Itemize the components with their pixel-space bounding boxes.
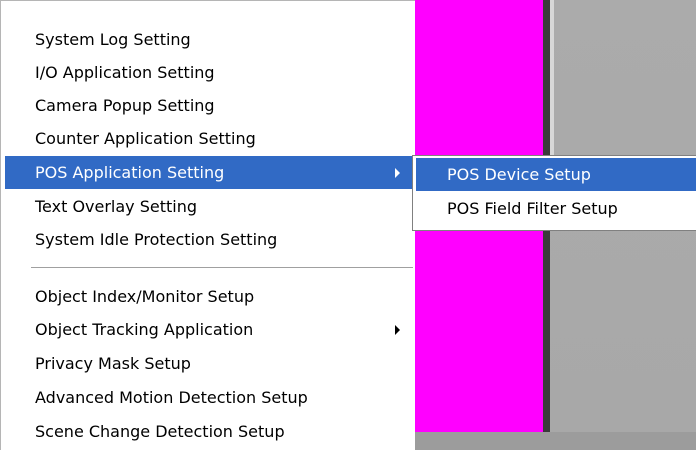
- submenu-arrow-icon: [395, 324, 400, 335]
- menu-item-system-log-setting[interactable]: System Log Setting: [5, 23, 413, 56]
- background-bottom-band: [415, 432, 696, 450]
- menu-item-label: System Log Setting: [35, 30, 191, 49]
- menu-item-object-index-monitor-setup[interactable]: Object Index/Monitor Setup: [5, 280, 413, 313]
- menu-item-text-overlay-setting[interactable]: Text Overlay Setting: [5, 190, 413, 223]
- submenu-item-label: POS Device Setup: [447, 165, 591, 184]
- menu-item-label: Scene Change Detection Setup: [35, 422, 285, 441]
- menu-item-scene-change-detection-setup[interactable]: Scene Change Detection Setup: [5, 415, 413, 448]
- menu-item-system-idle-protection-setting[interactable]: System Idle Protection Setting: [5, 223, 413, 256]
- menu-item-label: Object Tracking Application: [35, 320, 254, 339]
- submenu-item-pos-device-setup[interactable]: POS Device Setup: [416, 158, 696, 191]
- menu-item-label: Advanced Motion Detection Setup: [35, 388, 308, 407]
- menu-item-privacy-mask-setup[interactable]: Privacy Mask Setup: [5, 347, 413, 380]
- menu-separator: [31, 267, 413, 269]
- menu-item-object-tracking-application[interactable]: Object Tracking Application: [5, 313, 413, 346]
- submenu-arrow-icon: [395, 167, 400, 178]
- menu-item-label: Counter Application Setting: [35, 129, 256, 148]
- menu-item-label: Camera Popup Setting: [35, 96, 215, 115]
- submenu-item-label: POS Field Filter Setup: [447, 199, 618, 218]
- menu-item-label: Object Index/Monitor Setup: [35, 287, 255, 306]
- menu-item-io-application-setting[interactable]: I/O Application Setting: [5, 56, 413, 89]
- menu-item-camera-popup-setting[interactable]: Camera Popup Setting: [5, 89, 413, 122]
- pos-submenu: POS Device Setup POS Field Filter Setup: [412, 155, 696, 231]
- menu-item-label: I/O Application Setting: [35, 63, 215, 82]
- submenu-item-pos-field-filter-setup[interactable]: POS Field Filter Setup: [416, 192, 696, 225]
- menu-item-pos-application-setting[interactable]: POS Application Setting: [5, 156, 413, 189]
- context-menu: System Log Setting I/O Application Setti…: [0, 0, 415, 450]
- menu-item-advanced-motion-detection-setup[interactable]: Advanced Motion Detection Setup: [5, 381, 413, 414]
- menu-item-counter-application-setting[interactable]: Counter Application Setting: [5, 122, 413, 155]
- menu-item-label: System Idle Protection Setting: [35, 230, 278, 249]
- menu-item-label: Text Overlay Setting: [35, 197, 198, 216]
- menu-item-label: POS Application Setting: [35, 163, 225, 182]
- menu-item-label: Privacy Mask Setup: [35, 354, 191, 373]
